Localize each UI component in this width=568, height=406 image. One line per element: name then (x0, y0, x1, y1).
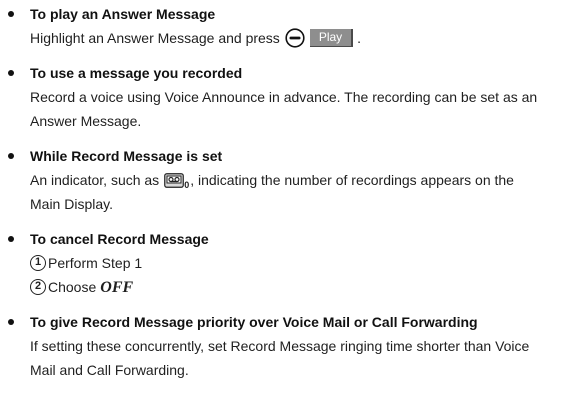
step-item: 2 Choose OFF (30, 275, 568, 299)
section-body-line: Answer Message. (30, 113, 142, 129)
record-message-indicator-icon: 0 (164, 172, 190, 190)
bullet (8, 319, 14, 325)
step-number: 1 (30, 255, 46, 272)
play-softkey-label: Play (309, 29, 354, 48)
section-heading: To use a message you recorded (30, 65, 243, 81)
section-body-line: If setting these concurrently, set Recor… (30, 338, 530, 354)
option-value: OFF (100, 279, 134, 296)
indicator-count: 0 (184, 179, 190, 190)
body-text: . (357, 30, 362, 46)
body-text: , indicating the number of recordings ap… (190, 172, 514, 188)
section-record-message-priority: To give Record Message priority over Voi… (0, 310, 568, 382)
section-body-line: Record a voice using Voice Announce in a… (30, 89, 538, 105)
section-body-line: An indicator, such as 0, indicating the n… (30, 168, 568, 192)
section-body-line: Highlight an Answer Message and press Pla… (30, 26, 568, 50)
section-heading: To cancel Record Message (30, 231, 209, 247)
section-body-line: Mail and Call Forwarding. (30, 362, 189, 378)
step-item: 1 Perform Step 1 (30, 251, 568, 275)
center-minus-key-icon (285, 28, 305, 48)
manual-page: To play an Answer Message Highlight an A… (0, 0, 568, 406)
section-body-line: Main Display. (30, 196, 113, 212)
section-use-recorded-message: To use a message you recorded Record a v… (0, 61, 568, 133)
section-heading: To give Record Message priority over Voi… (30, 314, 478, 330)
body-text: Highlight an Answer Message and press (30, 30, 280, 46)
step-text: Choose (48, 279, 97, 295)
section-cancel-record-message: To cancel Record Message 1 Perform Step 1… (0, 227, 568, 299)
step-number: 2 (30, 279, 46, 296)
body-text: An indicator, such as (30, 172, 160, 188)
step-text: Perform Step 1 (48, 255, 143, 271)
section-play-answer-message: To play an Answer Message Highlight an A… (0, 2, 568, 50)
section-heading: While Record Message is set (30, 148, 223, 164)
bullet (8, 11, 14, 17)
bullet (8, 236, 14, 242)
bullet (8, 70, 14, 76)
bullet (8, 153, 14, 159)
section-heading: To play an Answer Message (30, 6, 216, 22)
section-record-message-set: While Record Message is set An indicator… (0, 144, 568, 216)
